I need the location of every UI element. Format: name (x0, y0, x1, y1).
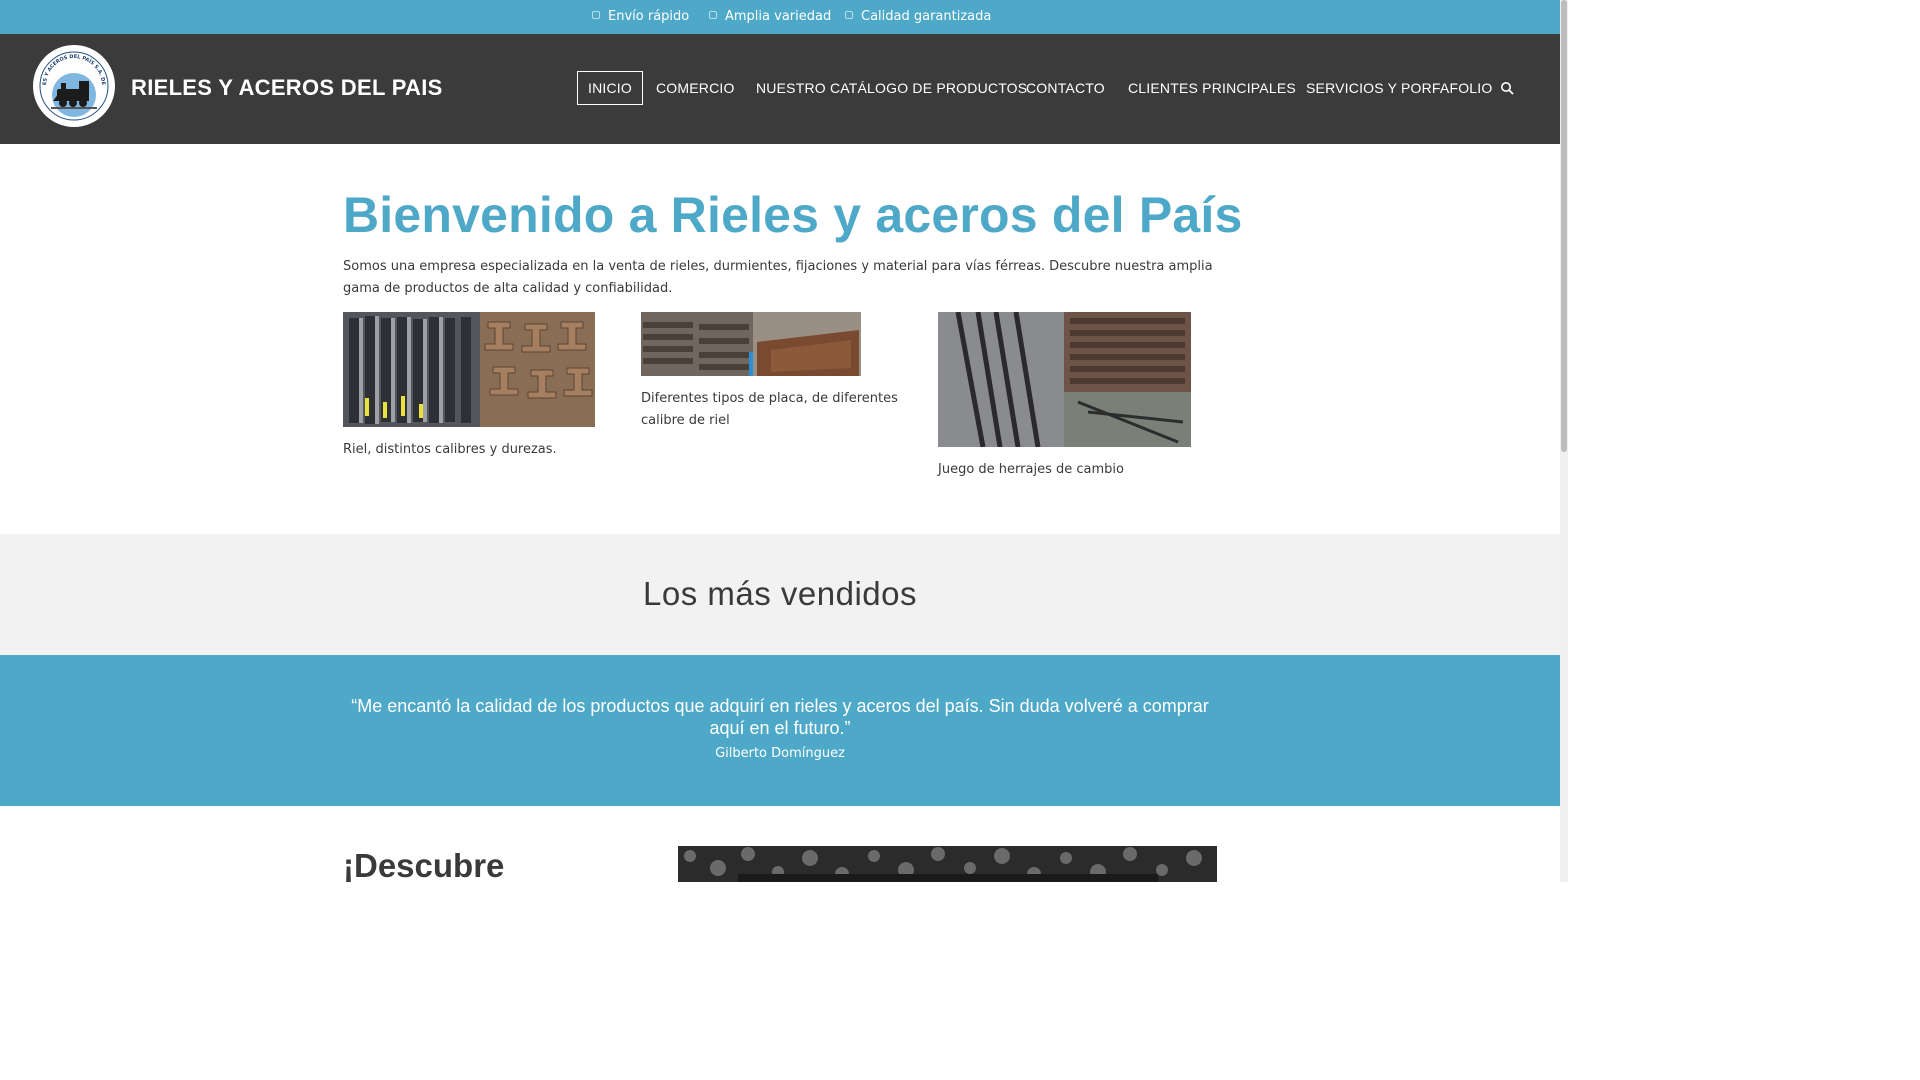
product-caption: Juego de herrajes de cambio (938, 462, 1124, 477)
topbar-item-shipping: Envío rápido (592, 0, 689, 34)
site-title[interactable]: RIELES Y ACEROS DEL PAIS (131, 74, 443, 102)
nav-item-clientes[interactable]: CLIENTES PRINCIPALES (1128, 71, 1296, 105)
testimonial-quote: “Me encantó la calidad de los productos … (351, 696, 1209, 738)
product-card-switch: Juego de herrajes de cambio (938, 459, 1218, 481)
plates-photo (641, 312, 861, 376)
site-logo[interactable]: RIELES Y ACEROS DEL PAÍS S.A. DE C.V. (33, 45, 115, 127)
nav-item-contacto[interactable]: CONTACTO (1026, 71, 1105, 105)
page: Envío rápido Amplia variedad Calidad gar… (0, 0, 1560, 882)
search-icon[interactable] (1500, 81, 1514, 95)
top-bar: Envío rápido Amplia variedad Calidad gar… (0, 0, 1560, 34)
topbar-label: Calidad garantizada (861, 9, 992, 24)
nav-item-catalogo[interactable]: NUESTRO CATÁLOGO DE PRODUCTOS (756, 71, 1027, 105)
product-caption: Riel, distintos calibres y durezas. (343, 442, 557, 457)
nav-item-comercio[interactable]: COMERCIO (656, 71, 735, 105)
intro-paragraph: Somos una empresa especializada en la ve… (343, 259, 1213, 296)
product-card-rail: Riel, distintos calibres y durezas. (343, 439, 603, 461)
nav-item-inicio[interactable]: INICIO (577, 71, 643, 105)
topbar-label: Amplia variedad (725, 9, 832, 24)
product-card-plates: Diferentes tipos de placa, de diferentes… (641, 388, 921, 432)
topbar-item-variety: Amplia variedad (709, 0, 831, 34)
truck-icon (592, 11, 600, 19)
train-logo-icon: RIELES Y ACEROS DEL PAÍS S.A. DE C.V. (33, 45, 114, 126)
product-caption: Diferentes tipos de placa, de diferentes… (641, 391, 898, 428)
site-header: RIELES Y ACEROS DEL PAÍS S.A. DE C.V. RI… (0, 34, 1560, 144)
switch-hardware-photo (938, 312, 1191, 447)
bestsellers-section: Los más vendidos (0, 534, 1560, 655)
page-scrollbar[interactable] (1560, 0, 1568, 882)
topbar-label: Envío rápido (608, 9, 690, 24)
nav-item-servicios[interactable]: SERVICIOS Y PORFAFOLIO (1306, 71, 1492, 105)
ballast-photo (678, 846, 1217, 882)
page-title: Bienvenido a Rieles y aceros del País (343, 187, 1243, 243)
check-icon (845, 11, 853, 19)
scrollbar-thumb[interactable] (1561, 0, 1567, 452)
testimonial-section: “Me encantó la calidad de los productos … (0, 655, 1560, 806)
section-title: Los más vendidos (643, 575, 917, 612)
testimonial-author: Gilberto Domínguez (715, 746, 845, 761)
discover-title: ¡Descubre (343, 847, 505, 882)
rail-photo (343, 312, 595, 427)
topbar-item-quality: Calidad garantizada (845, 0, 991, 34)
list-icon (709, 11, 717, 19)
